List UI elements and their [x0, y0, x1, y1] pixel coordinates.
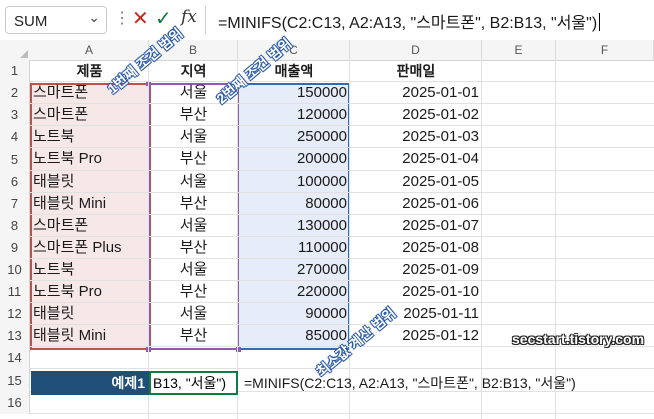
cell-region[interactable]: 부산: [149, 281, 238, 303]
cell-product[interactable]: 태블릿 Mini: [30, 325, 149, 347]
column-header-a[interactable]: A: [30, 40, 149, 60]
cell-sales[interactable]: 110000: [238, 237, 350, 259]
chevron-down-icon[interactable]: ⌄: [88, 9, 100, 26]
cell-sales[interactable]: 120000: [238, 104, 350, 126]
cell-date[interactable]: 2025-01-05: [350, 171, 482, 193]
cell-sales[interactable]: 130000: [238, 215, 350, 237]
cell-sales[interactable]: 270000: [238, 259, 350, 281]
cell-sales[interactable]: 250000: [238, 126, 350, 148]
text-cursor: [599, 13, 601, 31]
row-header-5[interactable]: 5: [0, 148, 30, 171]
formula-input[interactable]: =MINIFS(C2:C13, A2:A13, "스마트폰", B2:B13, …: [218, 9, 601, 33]
cell-product[interactable]: 노트북 Pro: [30, 281, 149, 303]
cell-date[interactable]: 2025-01-07: [350, 215, 482, 237]
cell-sales[interactable]: 80000: [238, 193, 350, 215]
more-options-icon[interactable]: ⋮: [114, 8, 130, 28]
row-header-12[interactable]: 12: [0, 303, 30, 325]
cell-region[interactable]: 부산: [149, 193, 238, 215]
row-header-11[interactable]: 11: [0, 281, 30, 303]
column-header-e[interactable]: E: [482, 40, 556, 60]
header-date[interactable]: 판매일: [350, 60, 482, 82]
cell-region[interactable]: 서울: [149, 126, 238, 148]
cell-product[interactable]: 스마트폰: [30, 215, 149, 237]
row-header-16[interactable]: 16: [0, 392, 30, 414]
cell-sales[interactable]: 200000: [238, 148, 350, 170]
cell-sales[interactable]: 150000: [238, 82, 350, 104]
cell-product[interactable]: 스마트폰: [30, 104, 149, 126]
cell-region[interactable]: 부산: [149, 237, 238, 259]
watermark: secstart.tistory.com: [512, 331, 645, 347]
cell-date[interactable]: 2025-01-06: [350, 193, 482, 215]
grid-line: [30, 413, 654, 414]
row-header-8[interactable]: 8: [0, 215, 30, 237]
formula-text: =MINIFS(C2:C13, A2:A13, "스마트폰", B2:B13, …: [218, 15, 598, 32]
cancel-icon[interactable]: ✕: [132, 6, 149, 31]
cell-product[interactable]: 노트북: [30, 126, 149, 148]
formula-bar: SUM ⌄ ⋮ ✕ ✓ fx =MINIFS(C2:C13, A2:A13, "…: [0, 0, 654, 41]
cell-sales[interactable]: 220000: [238, 281, 350, 303]
cell-product[interactable]: 스마트폰 Plus: [30, 237, 149, 259]
header-region[interactable]: 지역: [149, 60, 238, 82]
cell-region[interactable]: 부산: [149, 148, 238, 170]
column-header-f[interactable]: F: [556, 40, 654, 60]
row-header-7[interactable]: 7: [0, 193, 30, 215]
cell-region[interactable]: 서울: [149, 259, 238, 281]
formula-bar-divider: [205, 6, 206, 34]
cell-product[interactable]: 태블릿: [30, 171, 149, 193]
active-cell-editor[interactable]: B13, "서울"): [149, 371, 238, 395]
cell-sales[interactable]: 90000: [238, 303, 350, 325]
row-header-13[interactable]: 13: [0, 325, 30, 347]
column-header-d[interactable]: D: [350, 40, 482, 60]
column-headers: A B C D E F: [0, 40, 654, 61]
cell-date[interactable]: 2025-01-01: [350, 82, 482, 104]
cell-date[interactable]: 2025-01-08: [350, 237, 482, 259]
select-all-icon: [20, 50, 28, 58]
cell-sales[interactable]: 100000: [238, 171, 350, 193]
row-header-9[interactable]: 9: [0, 237, 30, 259]
row-header-2[interactable]: 2: [0, 82, 30, 104]
row-header-4[interactable]: 4: [0, 126, 30, 148]
row-header-6[interactable]: 6: [0, 171, 30, 193]
cell-product[interactable]: 노트북: [30, 259, 149, 281]
example-label-cell[interactable]: 예제1: [31, 371, 149, 395]
row-header-3[interactable]: 3: [0, 104, 30, 126]
cell-product[interactable]: 태블릿: [30, 303, 149, 325]
cell-date[interactable]: 2025-01-03: [350, 126, 482, 148]
row-header-10[interactable]: 10: [0, 259, 30, 281]
name-box[interactable]: SUM ⌄: [5, 6, 107, 34]
grid-line: [555, 60, 556, 419]
function-icon[interactable]: fx: [181, 7, 197, 27]
name-box-value: SUM: [14, 13, 48, 30]
cell-sales[interactable]: 85000: [238, 325, 350, 347]
cell-date[interactable]: 2025-01-09: [350, 259, 482, 281]
grid-line: [30, 368, 654, 369]
cell-region[interactable]: 서울: [149, 171, 238, 193]
cell-product[interactable]: 태블릿 Mini: [30, 193, 149, 215]
cell-date[interactable]: 2025-01-10: [350, 281, 482, 303]
row-header-1[interactable]: 1: [0, 60, 30, 82]
formula-note: =MINIFS(C2:C13, A2:A13, "스마트폰", B2:B13, …: [244, 375, 576, 391]
cell-date[interactable]: 2025-01-04: [350, 148, 482, 170]
row-header-15[interactable]: 15: [0, 369, 30, 392]
cell-date[interactable]: 2025-01-02: [350, 104, 482, 126]
cell-region[interactable]: 부산: [149, 325, 238, 347]
row-header-14[interactable]: 14: [0, 347, 30, 369]
cell-region[interactable]: 서울: [149, 215, 238, 237]
select-all-button[interactable]: [0, 40, 30, 60]
cell-region[interactable]: 서울: [149, 303, 238, 325]
cell-product[interactable]: 노트북 Pro: [30, 148, 149, 170]
